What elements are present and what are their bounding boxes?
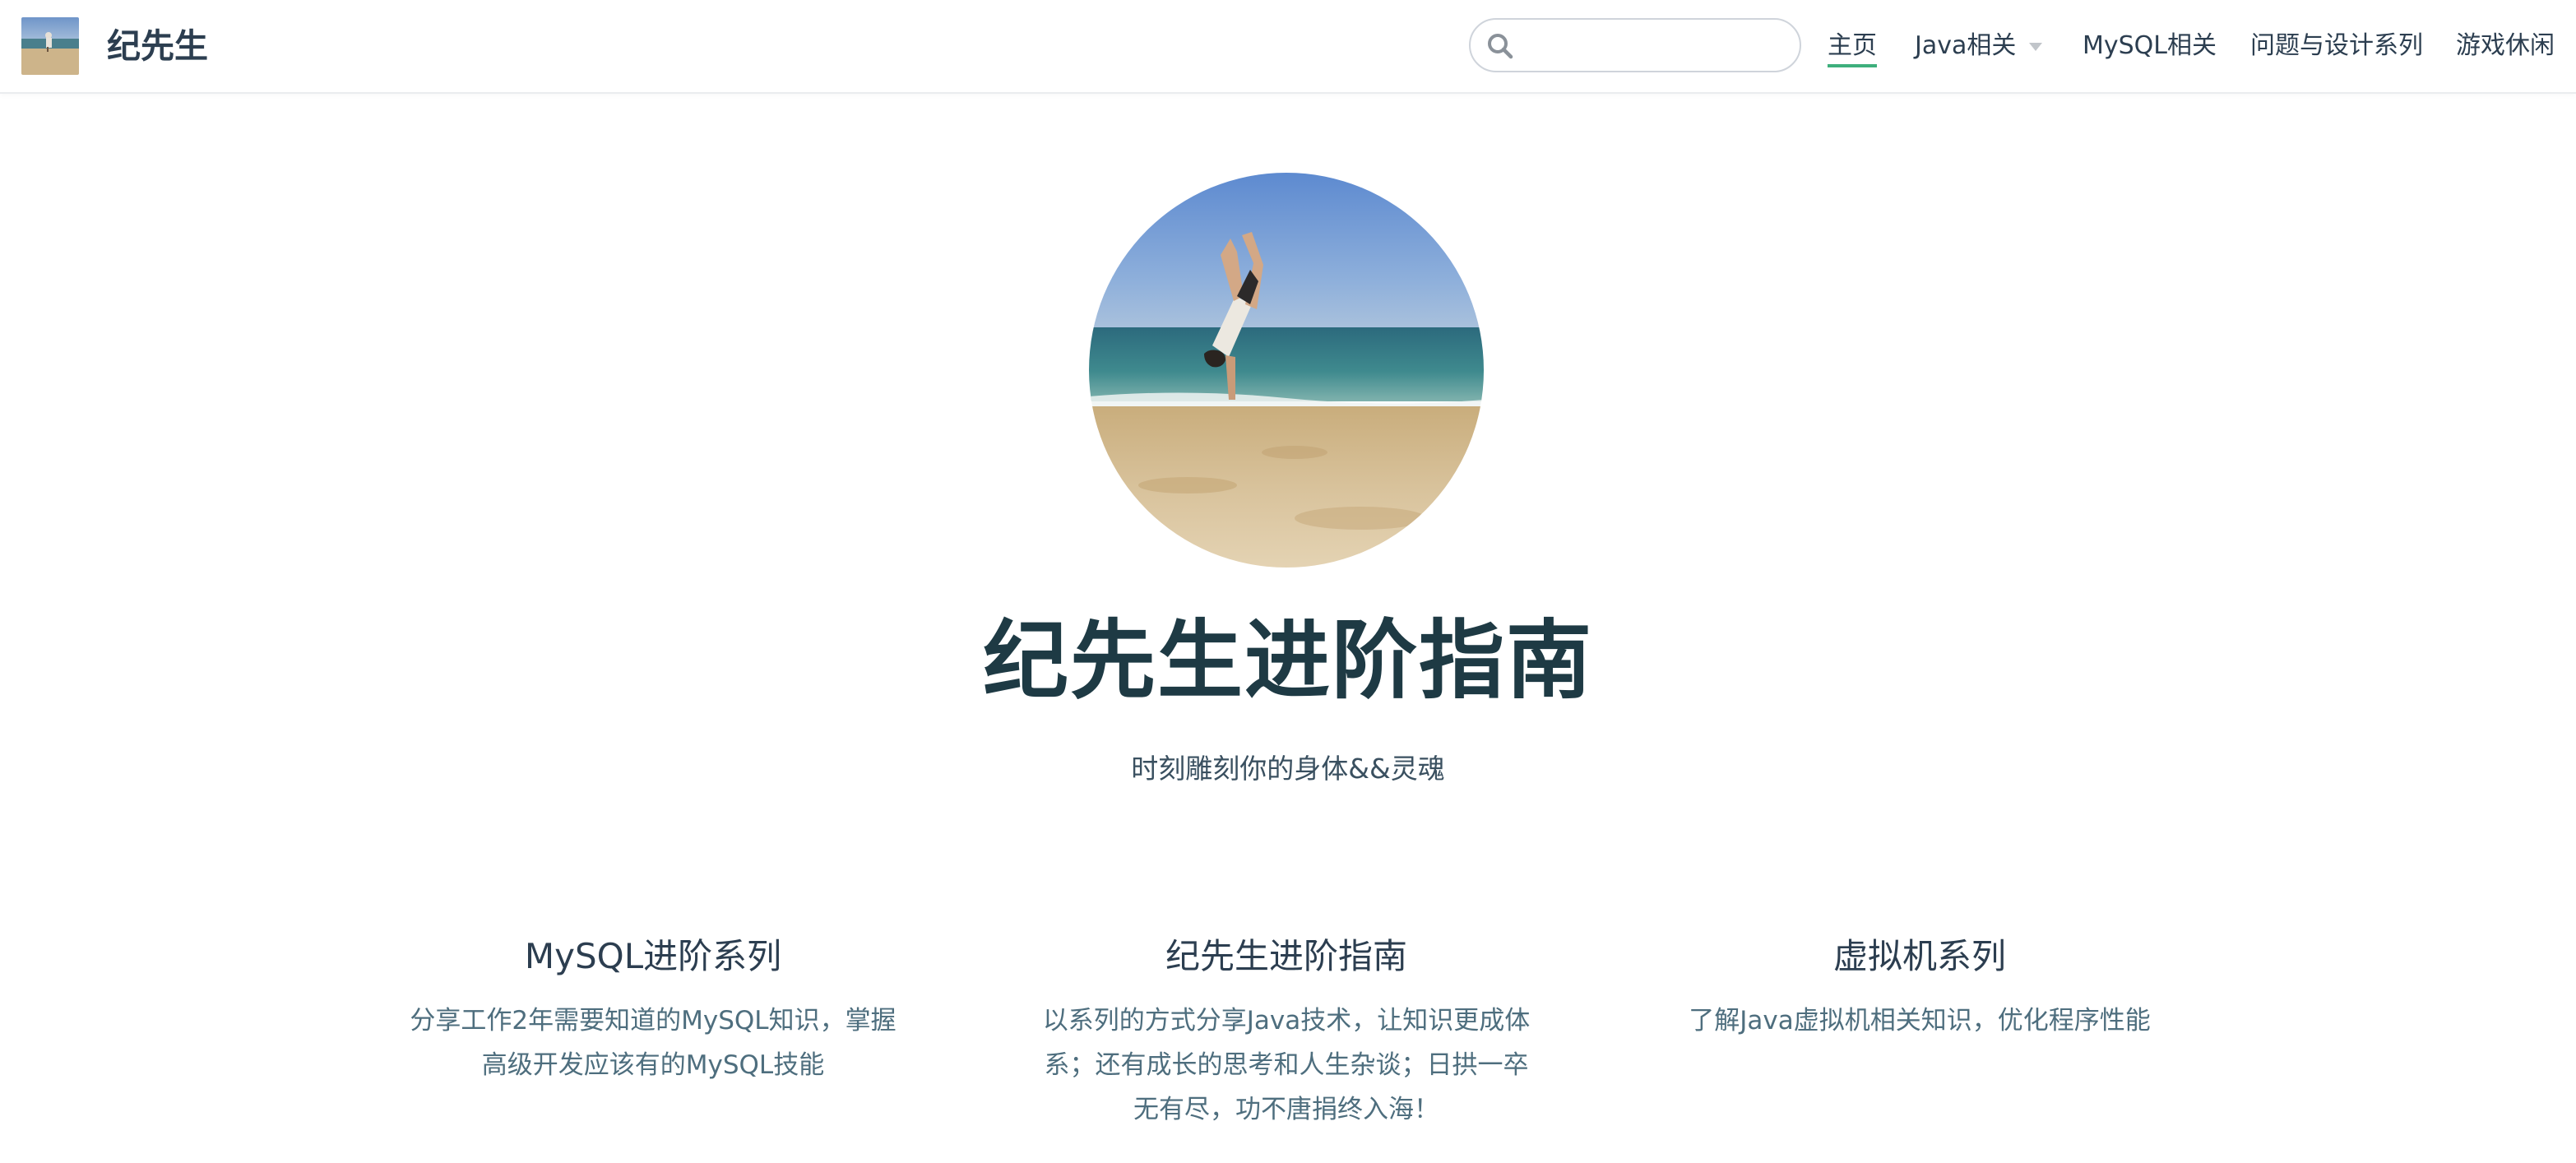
feature-guide: 纪先生进阶指南 以系列的方式分享Java技术，让知识更成体系；还有成长的思考和人…: [1023, 929, 1550, 1132]
site-logo[interactable]: [21, 17, 79, 75]
logo-image: [21, 17, 79, 75]
hero-description: 时刻雕刻你的身体&&灵魂: [1131, 753, 1445, 785]
search-icon: [1488, 34, 1513, 59]
feature-title: 纪先生进阶指南: [1165, 936, 1407, 976]
feature-title: MySQL进阶系列: [524, 936, 782, 976]
nav-item-java[interactable]: Java相关: [1915, 25, 2016, 67]
nav-item-games[interactable]: 游戏休闲: [2456, 25, 2555, 67]
site-name[interactable]: 纪先生: [107, 21, 208, 71]
nav-item-questions-design[interactable]: 问题与设计系列: [2250, 25, 2423, 67]
feature-description: 以系列的方式分享Java技术，让知识更成体系；还有成长的思考和人生杂谈；日拱一卒…: [1042, 1006, 1531, 1124]
arrow-down-icon[interactable]: [2029, 43, 2042, 51]
nav-item-mysql[interactable]: MySQL相关: [2083, 25, 2217, 67]
search-input[interactable]: [1523, 26, 1786, 64]
feature-mysql: MySQL进阶系列 分享工作2年需要知道的MySQL知识，掌握高级开发应该有的M…: [390, 929, 916, 1087]
feature-description: 分享工作2年需要知道的MySQL知识，掌握高级开发应该有的MySQL技能: [410, 1006, 897, 1080]
feature-jvm: 虚拟机系列 了解Java虚拟机相关知识，优化程序性能: [1656, 929, 2183, 1043]
hero-title: 纪先生进阶指南: [982, 610, 1593, 711]
nav-item-home[interactable]: 主页: [1828, 25, 1877, 67]
feature-description: 了解Java虚拟机相关知识，优化程序性能: [1689, 1006, 2151, 1036]
feature-title: 虚拟机系列: [1832, 936, 2006, 976]
navbar: 纪先生 主页 Java相关 MySQL相关 问题与设计系列 游戏休闲: [0, 0, 2576, 94]
search-box[interactable]: [1469, 18, 1801, 72]
hero-image: [1089, 173, 1484, 568]
